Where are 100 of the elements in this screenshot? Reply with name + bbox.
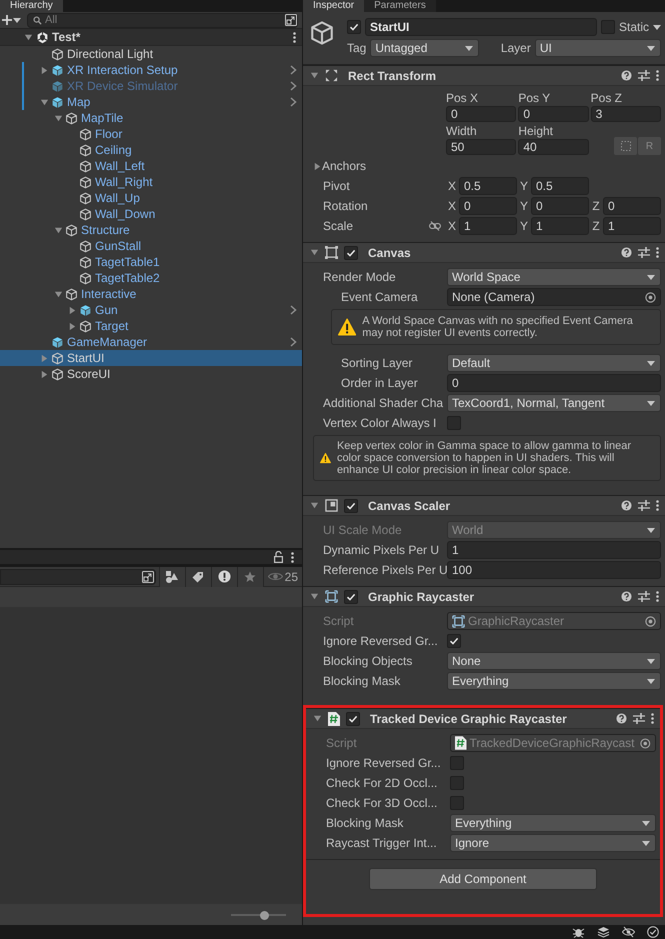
expand-arrow-icon[interactable] <box>40 370 49 378</box>
foldout-arrow-icon[interactable] <box>310 501 319 510</box>
name-field[interactable]: StartUI <box>365 18 597 36</box>
hierarchy-tab[interactable]: Hierarchy <box>0 0 63 12</box>
checkbox[interactable] <box>344 590 358 604</box>
inspector-tab[interactable]: Inspector <box>303 0 364 12</box>
foldout-arrow-icon[interactable] <box>310 71 319 80</box>
object-field[interactable]: None (Camera) <box>447 288 661 306</box>
search-field[interactable] <box>0 568 156 584</box>
tree-item[interactable]: TagetTable2 <box>0 270 302 286</box>
chevron-right-icon[interactable] <box>290 305 297 315</box>
eye-off-icon[interactable] <box>622 926 635 938</box>
checkbox[interactable] <box>344 246 358 260</box>
foldout-arrow-icon[interactable] <box>310 592 319 601</box>
tree-item[interactable]: StartUI <box>0 350 302 366</box>
search-field[interactable]: All <box>27 12 298 28</box>
expand-arrow-icon[interactable] <box>40 66 49 74</box>
bug-icon[interactable] <box>572 926 585 938</box>
menu-icon[interactable] <box>651 713 654 724</box>
input-field[interactable]: 1 <box>459 217 517 235</box>
tree-item[interactable]: XR Interaction Setup <box>0 62 302 78</box>
chevron-right-icon[interactable] <box>290 81 297 91</box>
tree-item[interactable]: ScoreUI <box>0 366 302 382</box>
foldout-arrow-icon[interactable] <box>313 162 322 170</box>
tree-item[interactable]: Interactive <box>0 286 302 302</box>
menu-icon[interactable] <box>293 32 296 42</box>
help-icon[interactable] <box>621 591 632 602</box>
target-icon[interactable] <box>645 292 656 302</box>
foldout-arrow-icon[interactable] <box>313 714 322 723</box>
checkbox[interactable] <box>450 776 464 790</box>
lock-icon[interactable] <box>274 551 283 563</box>
dropdown[interactable]: World Space <box>447 268 661 286</box>
dropdown[interactable]: None <box>447 652 661 670</box>
help-icon[interactable] <box>621 70 632 81</box>
tree-item[interactable]: Structure <box>0 222 302 238</box>
input-field[interactable]: 40 <box>518 139 589 155</box>
input-field[interactable]: 0.5 <box>459 177 517 195</box>
caret-icon[interactable] <box>653 24 661 30</box>
dropdown[interactable]: UI <box>534 39 661 57</box>
blueprint-button[interactable] <box>614 137 637 155</box>
input-field[interactable]: 0 <box>459 197 517 215</box>
checkbox[interactable] <box>346 712 360 726</box>
help-icon[interactable] <box>616 713 627 724</box>
presets-icon[interactable] <box>638 591 650 602</box>
help-icon[interactable] <box>621 500 632 511</box>
input-field[interactable]: 3 <box>590 106 661 122</box>
tree-item[interactable]: GameManager <box>0 334 302 350</box>
zoom-slider[interactable] <box>231 910 286 918</box>
tree-item[interactable]: MapTile <box>0 110 302 126</box>
add-button[interactable] <box>0 12 23 28</box>
tree-item[interactable]: Wall_Up <box>0 190 302 206</box>
slider-thumb[interactable] <box>260 910 269 920</box>
menu-icon[interactable] <box>656 500 659 511</box>
tree-item[interactable]: Directional Light <box>0 46 302 62</box>
checkbox[interactable] <box>347 20 361 34</box>
tree-item[interactable]: Target <box>0 318 302 334</box>
input-field[interactable]: 0 <box>446 106 516 122</box>
input-field[interactable]: 1 <box>447 541 661 559</box>
favorite-button[interactable] <box>236 566 263 586</box>
layers-icon[interactable] <box>597 926 610 938</box>
menu-icon[interactable] <box>656 70 659 81</box>
expand-arrow-icon[interactable] <box>54 226 63 234</box>
unlink-icon[interactable] <box>429 221 441 231</box>
tree-item[interactable]: Floor <box>0 126 302 142</box>
input-field[interactable]: 0 <box>447 374 661 392</box>
tree-item[interactable]: Ceiling <box>0 142 302 158</box>
popout-icon[interactable] <box>285 14 297 26</box>
dropdown[interactable]: Ignore <box>450 834 656 852</box>
presets-icon[interactable] <box>638 500 650 511</box>
add-component-button[interactable]: Add Component <box>369 868 597 890</box>
chevron-right-icon[interactable] <box>290 97 297 107</box>
dropdown[interactable]: Everything <box>450 814 656 832</box>
help-icon[interactable] <box>621 247 632 258</box>
popout-icon[interactable] <box>142 570 154 582</box>
label-filter-button[interactable] <box>184 566 211 586</box>
checkbox[interactable] <box>344 498 358 512</box>
tree-item[interactable]: GunStall <box>0 238 302 254</box>
chevron-right-icon[interactable] <box>290 337 297 347</box>
dropdown[interactable]: Untagged <box>370 39 479 57</box>
foldout-label[interactable]: Anchors <box>322 159 446 173</box>
checkbox[interactable] <box>450 796 464 810</box>
chevron-right-icon[interactable] <box>290 65 297 75</box>
search-input[interactable]: All <box>45 14 282 26</box>
expand-arrow-icon[interactable] <box>24 32 33 42</box>
check-circle-icon[interactable] <box>647 926 659 938</box>
tree-item[interactable]: Map <box>0 94 302 110</box>
expand-arrow-icon[interactable] <box>68 306 77 314</box>
inspector-tab[interactable]: Parameters <box>364 0 436 12</box>
presets-icon[interactable] <box>638 247 650 258</box>
type-filter-button[interactable] <box>158 566 185 586</box>
input-field[interactable]: 100 <box>447 561 661 579</box>
checkbox[interactable] <box>450 756 464 770</box>
input-field[interactable]: 1 <box>603 217 661 235</box>
expand-arrow-icon[interactable] <box>54 114 63 122</box>
checkbox[interactable] <box>447 634 461 648</box>
tree-item[interactable]: Wall_Left <box>0 158 302 174</box>
dropdown[interactable]: TexCoord1, Normal, Tangent <box>447 394 661 412</box>
expand-arrow-icon[interactable] <box>68 322 77 330</box>
presets-icon[interactable] <box>638 70 650 81</box>
input-field[interactable]: 0.5 <box>531 177 589 195</box>
